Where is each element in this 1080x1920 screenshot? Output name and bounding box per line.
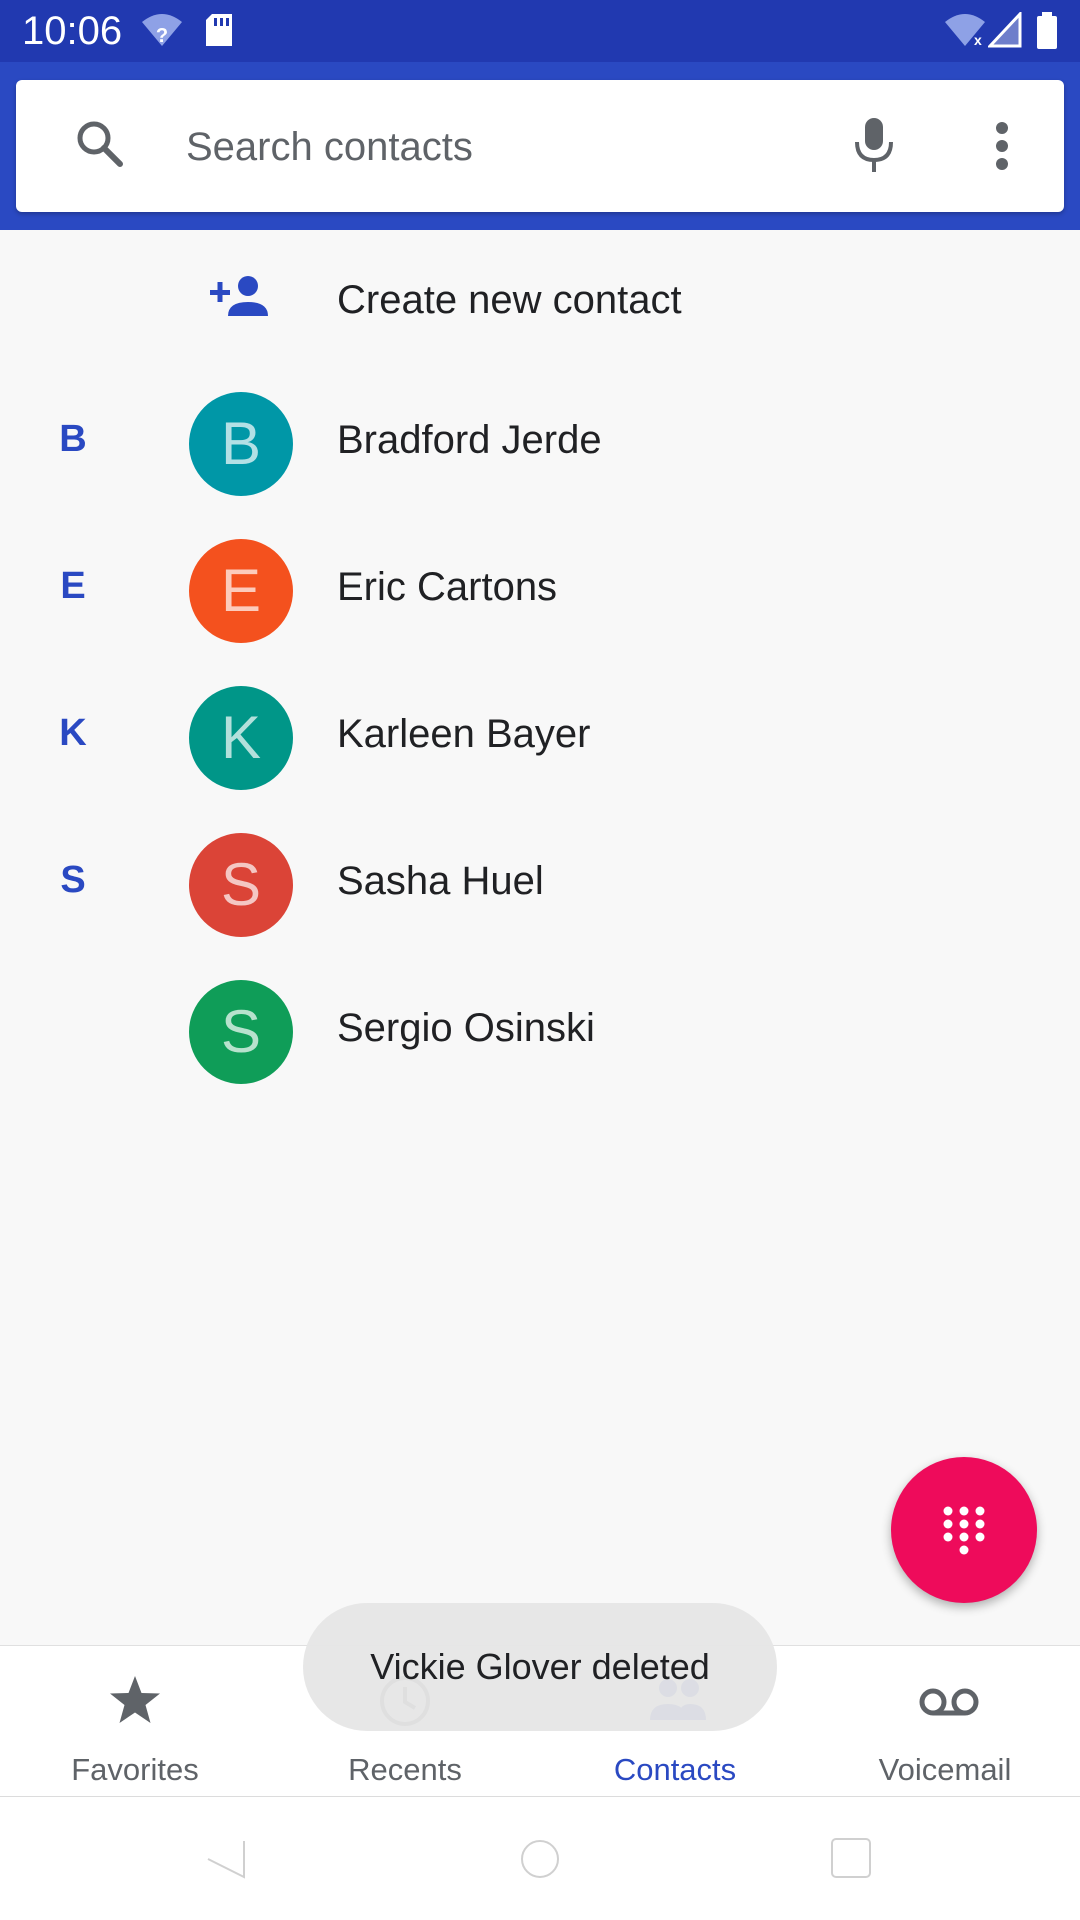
wifi-unknown-icon: ? bbox=[140, 12, 184, 53]
contact-row[interactable]: K K Karleen Bayer bbox=[0, 664, 1080, 811]
avatar: B bbox=[189, 392, 293, 496]
star-icon bbox=[110, 1676, 160, 1723]
status-time: 10:06 bbox=[22, 9, 123, 53]
tab-favorites-label: Favorites bbox=[71, 1752, 199, 1787]
mic-icon[interactable] bbox=[852, 116, 896, 181]
tab-voicemail[interactable]: Voicemail bbox=[810, 1646, 1080, 1796]
tab-voicemail-label: Voicemail bbox=[878, 1752, 1012, 1787]
contact-row[interactable]: B B Bradford Jerde bbox=[0, 370, 1080, 517]
back-icon[interactable] bbox=[206, 1839, 246, 1884]
status-bar: 10:06 ? x bbox=[0, 0, 1080, 62]
create-new-contact-row[interactable]: Create new contact bbox=[0, 230, 1080, 377]
section-letter: K bbox=[59, 712, 87, 754]
home-icon[interactable] bbox=[520, 1839, 560, 1884]
search-icon[interactable] bbox=[74, 118, 126, 175]
toast-message: Vickie Glover deleted bbox=[303, 1603, 777, 1731]
contact-name: Sasha Huel bbox=[337, 859, 544, 903]
section-letter: E bbox=[60, 565, 86, 607]
svg-text:?: ? bbox=[156, 25, 168, 47]
avatar: K bbox=[189, 686, 293, 790]
contact-row[interactable]: S Sergio Osinski bbox=[0, 958, 1080, 1105]
voicemail-icon bbox=[919, 1688, 979, 1716]
cell-signal-icon bbox=[986, 10, 1022, 53]
system-navigation-bar bbox=[0, 1797, 1080, 1920]
contact-row[interactable]: S S Sasha Huel bbox=[0, 811, 1080, 958]
recent-apps-icon[interactable] bbox=[830, 1837, 872, 1884]
contact-name: Bradford Jerde bbox=[337, 418, 602, 462]
create-new-contact-label: Create new contact bbox=[337, 278, 682, 322]
tab-contacts-label: Contacts bbox=[613, 1752, 737, 1787]
avatar: S bbox=[189, 833, 293, 937]
wifi-off-icon: x bbox=[944, 12, 986, 53]
contact-name: Eric Cartons bbox=[337, 565, 558, 609]
battery-icon bbox=[1036, 12, 1058, 55]
section-letter: B bbox=[59, 418, 87, 460]
tab-recents-label: Recents bbox=[348, 1752, 462, 1787]
contact-row[interactable]: E E Eric Cartons bbox=[0, 517, 1080, 664]
svg-text:x: x bbox=[974, 32, 982, 48]
contact-name: Karleen Bayer bbox=[337, 712, 591, 756]
search-bar[interactable] bbox=[16, 80, 1064, 212]
section-letter: S bbox=[60, 859, 86, 901]
search-input[interactable] bbox=[184, 116, 828, 178]
tab-favorites[interactable]: Favorites bbox=[0, 1646, 270, 1796]
more-vert-icon[interactable] bbox=[994, 120, 1010, 177]
dialpad-fab[interactable] bbox=[891, 1457, 1037, 1603]
person-add-icon bbox=[210, 274, 272, 323]
contact-name: Sergio Osinski bbox=[337, 1006, 595, 1050]
sd-card-icon bbox=[204, 12, 234, 53]
avatar: S bbox=[189, 980, 293, 1084]
avatar: E bbox=[189, 539, 293, 643]
